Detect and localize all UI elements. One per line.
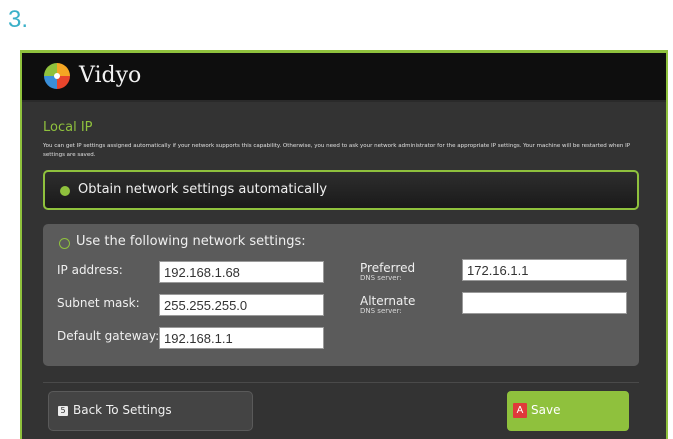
default-gateway-label: Default gateway: — [57, 329, 160, 343]
footer-divider — [43, 382, 639, 383]
preferred-dns-label: Preferred DNS server: — [360, 261, 415, 282]
back-arrow-icon: 5 — [58, 406, 68, 416]
radio-selected-icon — [60, 186, 70, 196]
save-button[interactable]: A Save — [507, 391, 629, 431]
subnet-mask-label: Subnet mask: — [57, 296, 140, 310]
ip-address-label: IP address: — [57, 263, 123, 277]
section-title: Local IP — [43, 120, 93, 135]
alternate-dns-label-text: Alternate — [360, 294, 416, 308]
ip-address-input[interactable]: 192.168.1.68 — [159, 261, 324, 283]
preferred-dns-input[interactable]: 172.16.1.1 — [462, 259, 627, 281]
manual-settings-group: Use the following network settings: IP a… — [43, 224, 639, 366]
manual-settings-label: Use the following network settings: — [76, 234, 306, 249]
obtain-automatically-option[interactable]: Obtain network settings automatically — [43, 170, 639, 210]
brand-name: Vidyo — [79, 63, 142, 88]
subnet-mask-input[interactable]: 255.255.255.0 — [159, 294, 324, 316]
save-label: Save — [531, 403, 561, 417]
preferred-dns-sublabel: DNS server: — [360, 274, 402, 282]
default-gateway-input[interactable]: 192.168.1.1 — [159, 327, 324, 349]
adobe-acrobat-icon: A — [513, 403, 527, 418]
back-to-settings-label: Back To Settings — [73, 403, 172, 417]
alternate-dns-sublabel: DNS server: — [360, 307, 402, 315]
alternate-dns-input[interactable] — [462, 292, 627, 314]
settings-panel: Local IP You can get IP settings assigne… — [22, 102, 666, 439]
obtain-automatically-label: Obtain network settings automatically — [78, 182, 328, 197]
back-to-settings-button[interactable]: 5 Back To Settings — [48, 391, 253, 431]
vidyo-logo-icon — [44, 63, 70, 89]
app-header: Vidyo — [22, 53, 666, 102]
step-number: 3. — [8, 6, 29, 33]
manual-settings-radio[interactable] — [59, 238, 70, 249]
alternate-dns-label: Alternate DNS server: — [360, 294, 415, 315]
section-description: You can get IP settings assigned automat… — [43, 143, 631, 158]
preferred-dns-label-text: Preferred — [360, 261, 416, 275]
